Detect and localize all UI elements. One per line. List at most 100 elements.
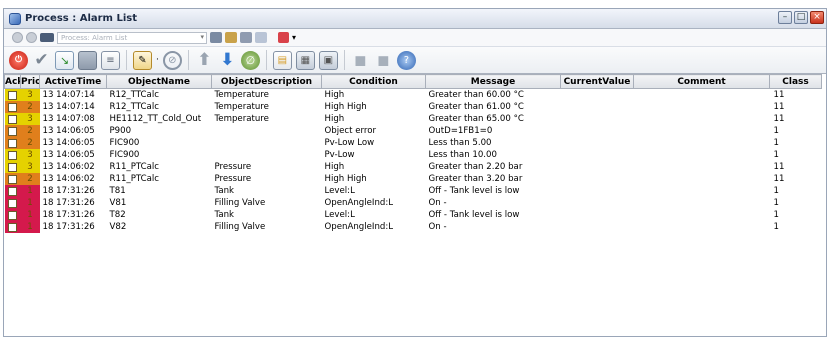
object-name-cell: T81 [109, 186, 126, 196]
app-icon [9, 12, 21, 25]
class-cell: 1 [773, 222, 779, 232]
properties-icon[interactable]: ▤ [272, 50, 292, 70]
ack-checkbox[interactable] [7, 91, 17, 100]
table-row[interactable]: 1 18 17:31:26 T82 Tank Level:L Off - Tank lev… [4, 209, 822, 221]
help-icon[interactable]: ? [396, 50, 416, 70]
active-time-cell: 18 17:31:26 [42, 186, 95, 196]
filter-icon[interactable]: ⊘ [162, 50, 182, 70]
message-cell: Greater than 65.00 °C [428, 114, 524, 124]
column-header-active-time[interactable]: ActiveTime [39, 74, 107, 89]
move-up-icon[interactable]: ⬆ [195, 50, 214, 70]
clear-icon[interactable]: ∅ [240, 50, 260, 70]
select-all-icon[interactable] [78, 50, 97, 70]
settings-icon[interactable]: ◼ [374, 51, 393, 70]
dropdown-arrow-icon[interactable]: ▾ [292, 33, 296, 42]
class-cell: 11 [773, 162, 785, 172]
ack-checkbox[interactable] [7, 199, 17, 208]
table-row[interactable]: 3 13 14:06:02 R11_PTCalc Pressure High Greate… [4, 161, 822, 173]
object-description-cell [212, 125, 322, 137]
forward-icon[interactable] [26, 32, 37, 43]
options-icon[interactable] [255, 32, 267, 43]
comment-cell [634, 173, 770, 185]
alarm-rows: 3 13 14:07:14 R12_TTCalc Temperature High Gre… [4, 88, 822, 233]
ack-checkbox[interactable] [7, 175, 17, 184]
class-cell: 1 [773, 198, 779, 208]
close-button[interactable]: × [810, 11, 824, 24]
prio-cell: 1 [20, 197, 40, 209]
table-row[interactable]: 1 18 17:31:26 T81 Tank Level:L Off - Tank lev… [4, 185, 822, 197]
table-row[interactable]: 3 13 14:06:05 FIC900 Pv-Low Less than 10.00 1 [4, 149, 822, 161]
column-header-message[interactable]: Message [425, 74, 561, 89]
ack-checkbox[interactable] [7, 103, 17, 112]
object-name-cell: V82 [109, 222, 127, 232]
active-time-cell: 13 14:06:05 [42, 126, 95, 136]
print-icon[interactable]: ◼ [351, 51, 370, 70]
table-row[interactable]: 2 13 14:07:14 R12_TTCalc Temperature High Hi… [4, 101, 822, 113]
ack-cell [4, 197, 21, 209]
column-header-prio[interactable]: Prio [20, 74, 40, 89]
ack-checkbox[interactable] [7, 115, 17, 124]
message-cell: Greater than 3.20 bar [428, 174, 523, 184]
chevron-down-icon[interactable]: · [156, 55, 159, 65]
move-down-icon[interactable]: ⬇ [218, 50, 237, 70]
workspace-icon[interactable] [40, 33, 54, 42]
class-cell: 1 [773, 150, 779, 160]
ack-checkbox[interactable] [7, 151, 17, 160]
acknowledge-check-icon[interactable]: ✔ [32, 50, 51, 70]
minimize-button[interactable]: – [778, 11, 792, 24]
table-row[interactable]: 2 13 14:06:02 R11_PTCalc Pressure High High G… [4, 173, 822, 185]
column-header-object-name[interactable]: ObjectName [106, 74, 212, 89]
ack-checkbox[interactable] [7, 187, 17, 196]
column-header-class[interactable]: Class [769, 74, 822, 89]
maximize-button[interactable]: □ [794, 11, 808, 24]
title-bar[interactable]: Process : Alarm List – □ × [4, 9, 826, 29]
column-header-current-value[interactable]: CurrentValue [560, 74, 634, 89]
object-description-cell: Pressure [214, 162, 252, 172]
stop-icon[interactable]: ⏻ [9, 50, 28, 70]
column-header-comment[interactable]: Comment [633, 74, 770, 89]
alarm-table-area[interactable]: AckPrioActiveTimeObjectNameObjectDescrip… [4, 73, 826, 336]
class-cell: 1 [773, 186, 779, 196]
link-icon[interactable] [225, 32, 237, 43]
connect-icon[interactable] [210, 32, 222, 43]
message-cell: Greater than 2.20 bar [428, 162, 523, 172]
column-header-object-description[interactable]: ObjectDescription [211, 74, 322, 89]
back-icon[interactable] [12, 32, 23, 43]
table-row[interactable]: 3 13 14:07:08 HE1112_TT_Cold_Out Temperatur… [4, 113, 822, 125]
comment-cell [634, 89, 770, 102]
table-row[interactable]: 2 13 14:06:05 P900 Object error OutD=1FB1=0 1 [4, 125, 822, 137]
object-description-cell: Pressure [214, 174, 252, 184]
column-header-condition[interactable]: Condition [321, 74, 426, 89]
class-cell: 11 [773, 102, 785, 112]
table-row[interactable]: 3 13 14:07:14 R12_TTCalc Temperature High Gre… [4, 88, 822, 102]
table-row[interactable]: 1 18 17:31:26 V81 Filling Valve OpenAngleInd… [4, 197, 822, 209]
current-value-cell [561, 197, 634, 209]
alarm-table: AckPrioActiveTimeObjectNameObjectDescrip… [4, 74, 822, 233]
list-icon[interactable]: ≡ [101, 50, 120, 70]
new-icon[interactable]: ▦ [295, 50, 315, 70]
active-time-cell: 18 17:31:26 [42, 210, 95, 220]
column-header-ack[interactable]: Ack [4, 74, 21, 89]
active-time-cell: 18 17:31:26 [42, 198, 95, 208]
table-row[interactable]: 1 18 17:31:26 V82 Filling Valve OpenAngleInd… [4, 221, 822, 233]
message-cell: Greater than 61.00 °C [428, 102, 524, 112]
save-icon[interactable]: ▣ [318, 50, 338, 70]
ack-checkbox[interactable] [7, 211, 17, 220]
ack-cell [4, 88, 21, 101]
ack-checkbox[interactable] [7, 223, 17, 232]
table-header-row: AckPrioActiveTimeObjectNameObjectDescrip… [4, 74, 822, 89]
comment-cell [634, 149, 770, 161]
ack-checkbox[interactable] [7, 163, 17, 172]
view-selector[interactable]: Process: Alarm List ▾ [57, 31, 207, 44]
print-preview-icon[interactable] [240, 32, 252, 43]
ack-checkbox[interactable] [7, 139, 17, 148]
export-icon[interactable]: ↘ [55, 50, 74, 70]
edit-icon[interactable]: ✎ [133, 50, 152, 70]
ack-checkbox[interactable] [7, 127, 17, 136]
layout-icon[interactable] [278, 32, 289, 43]
object-name-cell: R11_PTCalc [109, 174, 160, 184]
table-row[interactable]: 2 13 14:06:05 FIC900 Pv-Low Low Less than 5.… [4, 137, 822, 149]
object-name-cell: R11_PTCalc [109, 162, 160, 172]
ack-cell [4, 209, 21, 221]
comment-cell [634, 209, 770, 221]
